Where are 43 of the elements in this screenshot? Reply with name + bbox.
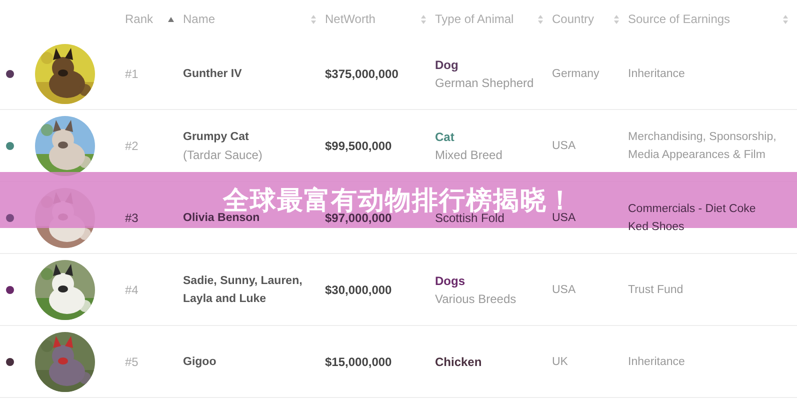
breed-text: Mixed Breed (435, 146, 502, 164)
country-text: UK (552, 354, 568, 370)
column-header[interactable]: Source of Earnings (628, 12, 730, 26)
net-worth: $375,000,000 (325, 66, 398, 80)
breed-text: Various Breeds (435, 290, 516, 308)
sort-icon[interactable] (614, 14, 619, 24)
breed-text: German Shepherd (435, 74, 534, 92)
source-text: Inheritance (628, 66, 685, 82)
net-worth: $30,000,000 (325, 282, 392, 296)
animal-type: Dog (435, 56, 458, 74)
animal-name: Gigoo (183, 354, 216, 370)
rank-text: #1 (125, 66, 138, 80)
net-worth: $15,000,000 (325, 354, 392, 368)
animal-name: Gunther IV (183, 66, 242, 82)
animal-type: Cat (435, 128, 454, 146)
animal-type: Dogs (435, 272, 465, 290)
rank-text: #2 (125, 138, 138, 152)
animal-name: Sadie, Sunny, Lauren, Layla and Luke (183, 274, 302, 306)
animal-type: Chicken (435, 354, 482, 370)
sort-icon[interactable] (311, 14, 316, 24)
animal-name: Grumpy Cat (183, 130, 249, 144)
rank-text: #3 (125, 210, 138, 224)
country-text: USA (552, 138, 576, 154)
country-text: Germany (552, 66, 600, 82)
column-header[interactable]: Name (183, 12, 216, 26)
source-text: Inheritance (628, 354, 685, 370)
source-text: Merchandising, Sponsorship, Media Appearances & Film (628, 130, 776, 162)
column-header[interactable]: Rank (125, 12, 154, 26)
sort-ascending-icon[interactable] (168, 16, 174, 22)
animal-name: Olivia Benson (183, 212, 260, 226)
net-worth: $99,500,000 (325, 138, 392, 152)
source-text: Trust Fund (628, 282, 684, 298)
sort-icon[interactable] (538, 14, 543, 24)
country-text: USA (552, 282, 576, 298)
column-header[interactable]: Type of Animal (435, 12, 514, 26)
column-header[interactable]: NetWorth (325, 12, 376, 26)
rank-text: #5 (125, 354, 138, 368)
country-text: USA (552, 210, 576, 226)
sort-icon[interactable] (783, 14, 788, 24)
alias-text: (Tardar Sauce) (183, 146, 262, 164)
column-header[interactable]: Country (552, 12, 594, 26)
rank-text: #4 (125, 282, 138, 296)
sort-icon[interactable] (421, 14, 426, 24)
